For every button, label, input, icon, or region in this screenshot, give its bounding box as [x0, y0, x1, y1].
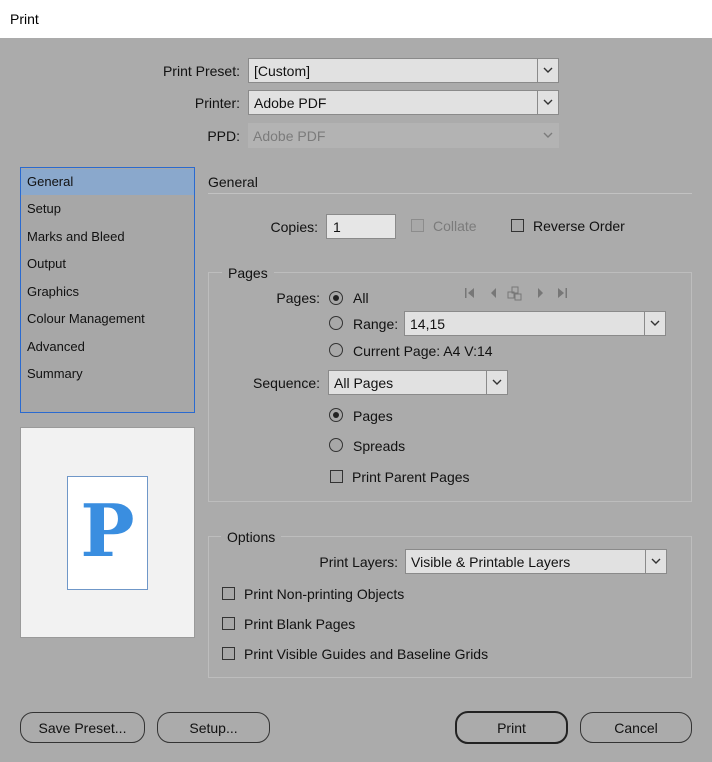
print-button-label: Print	[497, 719, 526, 736]
print-button[interactable]: Print	[455, 711, 568, 744]
cancel-button[interactable]: Cancel	[580, 712, 692, 743]
save-preset-button[interactable]: Save Preset...	[20, 712, 145, 743]
printer-value: Adobe PDF	[254, 94, 327, 111]
printer-label: Printer:	[194, 95, 240, 111]
chevron-down-icon	[486, 371, 507, 394]
ppd-dropdown: Adobe PDF	[248, 123, 559, 148]
previous-page-icon	[491, 288, 496, 298]
ppd-value: Adobe PDF	[253, 127, 326, 144]
print-non-printing-label: Print Non-printing Objects	[244, 586, 405, 602]
sidebar-item-advanced[interactable]: Advanced	[21, 334, 194, 360]
current-page-radio[interactable]	[329, 343, 343, 357]
reverse-order-checkbox[interactable]	[511, 219, 524, 232]
setup-button[interactable]: Setup...	[157, 712, 270, 743]
sidebar-item-graphics[interactable]: Graphics	[21, 279, 194, 305]
next-page-icon	[538, 288, 543, 298]
print-guides-checkbox[interactable]	[222, 647, 235, 660]
section-heading-options: Options	[221, 529, 282, 545]
pages-panel-icon	[507, 286, 522, 301]
window-title: Print	[10, 11, 39, 27]
sequence-label: Sequence:	[253, 375, 320, 391]
save-preset-button-label: Save Preset...	[38, 719, 127, 736]
last-page-icon	[558, 288, 567, 298]
chevron-down-icon	[644, 312, 665, 335]
sequence-value: All Pages	[334, 374, 394, 391]
sidebar-item-general[interactable]: General	[21, 169, 194, 195]
print-non-printing-checkbox[interactable]	[222, 587, 235, 600]
printer-dropdown[interactable]: Adobe PDF	[248, 90, 559, 115]
spreads-option-label: Spreads	[353, 438, 406, 454]
print-blank-pages-checkbox[interactable]	[222, 617, 235, 630]
sidebar-item-setup[interactable]: Setup	[21, 196, 194, 222]
all-label: All	[353, 290, 369, 306]
chevron-down-icon	[645, 550, 666, 573]
collate-checkbox	[411, 219, 424, 232]
print-blank-pages-label: Print Blank Pages	[244, 616, 356, 632]
spreads-option-radio[interactable]	[329, 438, 343, 452]
category-list: General Setup Marks and Bleed Output Gra…	[20, 167, 195, 413]
print-preset-label: Print Preset:	[162, 63, 240, 79]
reverse-order-label: Reverse Order	[533, 218, 625, 234]
print-layers-label: Print Layers:	[319, 554, 398, 570]
ppd-label: PPD:	[207, 128, 240, 144]
print-preset-value: [Custom]	[254, 62, 311, 79]
range-radio[interactable]	[329, 316, 343, 330]
print-guides-label: Print Visible Guides and Baseline Grids	[244, 646, 489, 662]
page-preview: P	[20, 427, 195, 638]
page-navigation	[463, 286, 571, 302]
pages-option-label: Pages	[353, 408, 393, 424]
current-page-label: Current Page: A4 V:14	[353, 343, 493, 359]
pages-label: Pages:	[276, 290, 320, 306]
preview-page: P	[67, 476, 148, 590]
section-heading-pages: Pages	[222, 265, 274, 281]
range-value: 14,15	[410, 315, 446, 332]
range-label: Range:	[353, 316, 399, 332]
sidebar-item-marks-and-bleed[interactable]: Marks and Bleed	[21, 224, 194, 250]
print-parent-pages-label: Print Parent Pages	[352, 469, 470, 485]
chevron-down-icon	[537, 59, 558, 82]
first-page-icon	[465, 288, 474, 298]
sidebar-item-output[interactable]: Output	[21, 251, 194, 277]
title-bar: Print	[0, 0, 712, 38]
setup-button-label: Setup...	[189, 719, 238, 736]
print-layers-value: Visible & Printable Layers	[411, 553, 571, 570]
sidebar-item-summary[interactable]: Summary	[21, 361, 194, 387]
copies-label: Copies:	[270, 219, 318, 235]
sequence-dropdown[interactable]: All Pages	[328, 370, 508, 395]
chevron-down-icon	[537, 91, 558, 114]
collate-label: Collate	[433, 218, 477, 234]
sidebar-item-colour-management[interactable]: Colour Management	[21, 306, 194, 332]
copies-value: 1	[333, 218, 341, 235]
section-heading-general: General	[208, 174, 258, 190]
preview-letter: P	[80, 488, 135, 573]
pages-option-radio[interactable]	[329, 408, 343, 422]
print-preset-dropdown[interactable]: [Custom]	[248, 58, 559, 83]
copies-input[interactable]: 1	[326, 214, 396, 239]
cancel-button-label: Cancel	[614, 719, 658, 736]
chevron-down-icon	[543, 132, 553, 138]
range-input[interactable]: 14,15	[404, 311, 666, 336]
all-radio[interactable]	[329, 291, 343, 305]
print-parent-pages-checkbox[interactable]	[330, 470, 343, 483]
divider	[208, 193, 692, 194]
print-layers-dropdown[interactable]: Visible & Printable Layers	[405, 549, 667, 574]
